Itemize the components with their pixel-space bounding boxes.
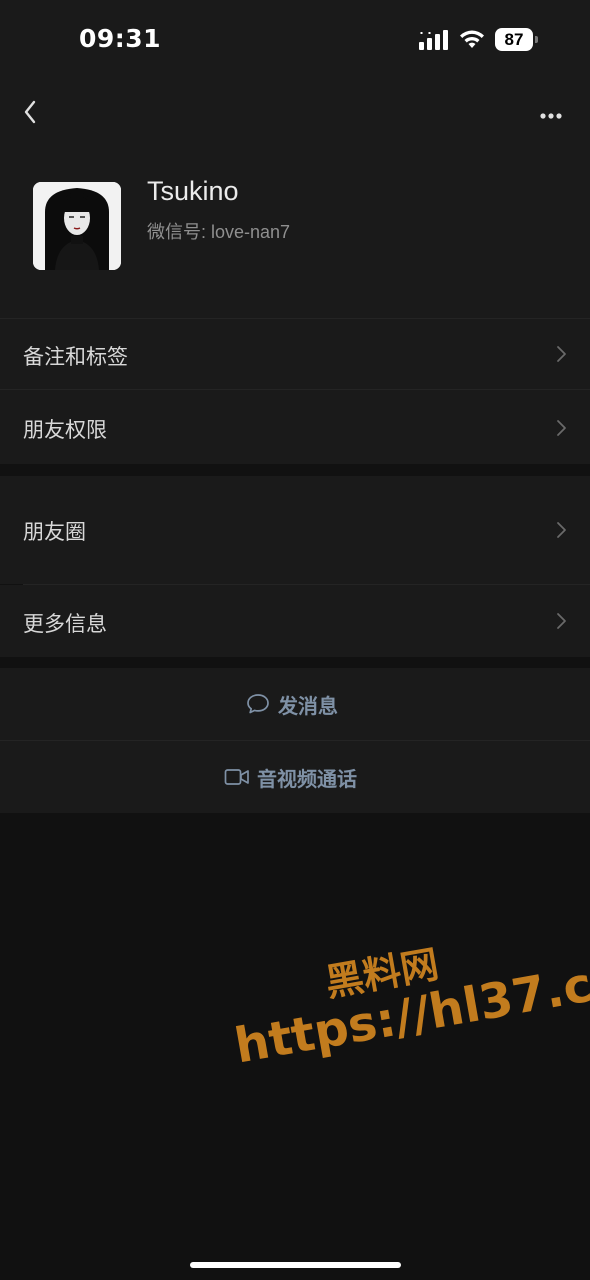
chat-bubble-icon: [247, 694, 269, 714]
profile-name: Tsukino: [147, 176, 239, 206]
back-arrow-icon[interactable]: [14, 88, 48, 128]
battery-icon: 87: [495, 28, 539, 51]
menu-item-label: 更多信息: [23, 612, 107, 636]
watermark: 黑料网 https://hl37.co: [221, 900, 590, 1100]
wifi-icon: [460, 30, 484, 48]
menu-item-label: 备注和标签: [23, 345, 128, 369]
send-message-button[interactable]: 发消息: [0, 668, 590, 740]
chevron-right-icon: [557, 346, 566, 362]
chevron-right-icon: [557, 522, 566, 538]
navigation-bar: [0, 78, 590, 138]
menu-item-moments[interactable]: 朋友圈: [0, 476, 590, 584]
video-call-button[interactable]: 音视频通话: [0, 741, 590, 813]
menu-item-friend-permissions[interactable]: 朋友权限: [0, 390, 590, 464]
menu-item-label: 朋友权限: [23, 418, 107, 442]
menu-item-remarks-tags[interactable]: 备注和标签: [0, 319, 590, 389]
home-indicator[interactable]: [190, 1262, 401, 1268]
menu-item-label: 朋友圈: [23, 520, 86, 544]
status-bar: 09:31 87: [0, 0, 590, 78]
avatar[interactable]: [33, 182, 121, 270]
video-call-label: 音视频通话: [257, 766, 357, 791]
menu-item-more-info[interactable]: 更多信息: [0, 585, 590, 657]
battery-level: 87: [504, 30, 524, 49]
status-time: 09:31: [79, 24, 162, 53]
send-message-label: 发消息: [278, 693, 338, 718]
video-camera-icon: [224, 769, 249, 785]
more-dots-icon[interactable]: [536, 92, 570, 124]
signal-icon: [419, 30, 448, 50]
profile-header: Tsukino 微信号: love-nan7: [0, 138, 590, 318]
wechat-id: 微信号: love-nan7: [147, 222, 291, 242]
chevron-right-icon: [557, 613, 566, 629]
chevron-right-icon: [557, 420, 566, 436]
